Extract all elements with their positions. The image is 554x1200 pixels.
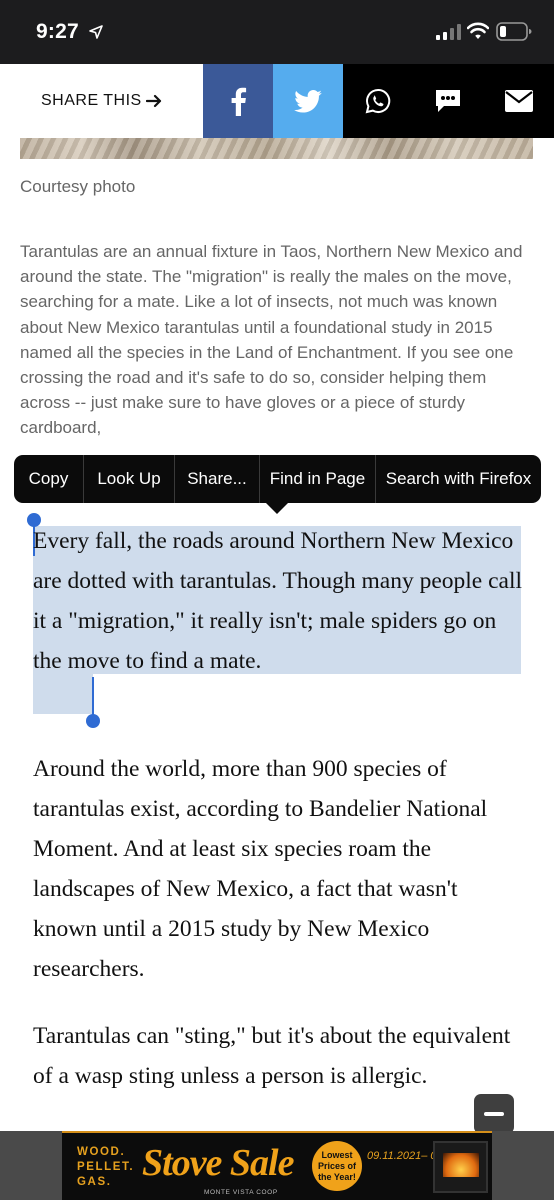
share-this-label: SHARE THIS: [41, 92, 142, 109]
share-whatsapp-button[interactable]: [343, 64, 413, 138]
menu-look-up[interactable]: Look Up: [84, 455, 175, 503]
article-paragraph-3: Tarantulas can "sting," but it's about t…: [33, 1023, 511, 1089]
menu-find-in-page[interactable]: Find in Page: [260, 455, 376, 503]
share-bar: SHARE THIS: [0, 64, 554, 138]
ad-title: Stove Sale: [142, 1142, 294, 1184]
selection-end-knob[interactable]: [86, 714, 100, 728]
article-paragraph-1: Every fall, the roads around Northern Ne…: [33, 528, 523, 674]
status-bar: 9:27: [0, 0, 554, 64]
menu-share[interactable]: Share...: [175, 455, 260, 503]
ad-sponsor: MONTE VISTA COOP: [204, 1189, 278, 1196]
menu-copy[interactable]: Copy: [14, 455, 84, 503]
context-menu-pointer: [266, 503, 288, 514]
battery-icon: [496, 22, 532, 41]
ad-content[interactable]: WOOD. PELLET. GAS. Stove Sale Lowest Pri…: [62, 1131, 492, 1200]
whatsapp-icon: [365, 88, 391, 114]
article-paragraph-2: Around the world, more than 900 species …: [33, 756, 488, 982]
status-time: 9:27: [36, 20, 79, 43]
wifi-icon: [467, 22, 489, 39]
share-sms-button[interactable]: [413, 64, 483, 138]
share-facebook-button[interactable]: [203, 64, 273, 138]
ad-banner[interactable]: WOOD. PELLET. GAS. Stove Sale Lowest Pri…: [0, 1131, 554, 1200]
photo-caption: Courtesy photo: [20, 177, 136, 196]
ad-tagline: WOOD. PELLET. GAS.: [77, 1146, 135, 1188]
envelope-icon: [504, 90, 533, 112]
share-twitter-button[interactable]: [273, 64, 343, 138]
selection-end-handle[interactable]: [92, 677, 94, 715]
minus-icon: [484, 1112, 504, 1116]
text-context-menu: Copy Look Up Share... Find in Page Searc…: [14, 455, 541, 503]
article-photo: [20, 138, 533, 159]
chat-bubble-icon: [436, 90, 460, 112]
ad-price-badge: Lowest Prices of the Year!: [312, 1141, 362, 1191]
arrow-right-icon: [146, 94, 162, 108]
menu-search-with-firefox[interactable]: Search with Firefox: [376, 455, 541, 503]
stove-image: [433, 1141, 488, 1193]
minimize-ad-button[interactable]: [474, 1094, 514, 1134]
share-email-button[interactable]: [483, 64, 554, 138]
facebook-icon: [231, 87, 247, 116]
location-arrow-icon: [89, 25, 103, 39]
twitter-icon: [294, 89, 322, 113]
article-summary: Tarantulas are an annual fixture in Taos…: [20, 242, 523, 438]
cellular-signal-icon: [436, 24, 461, 40]
